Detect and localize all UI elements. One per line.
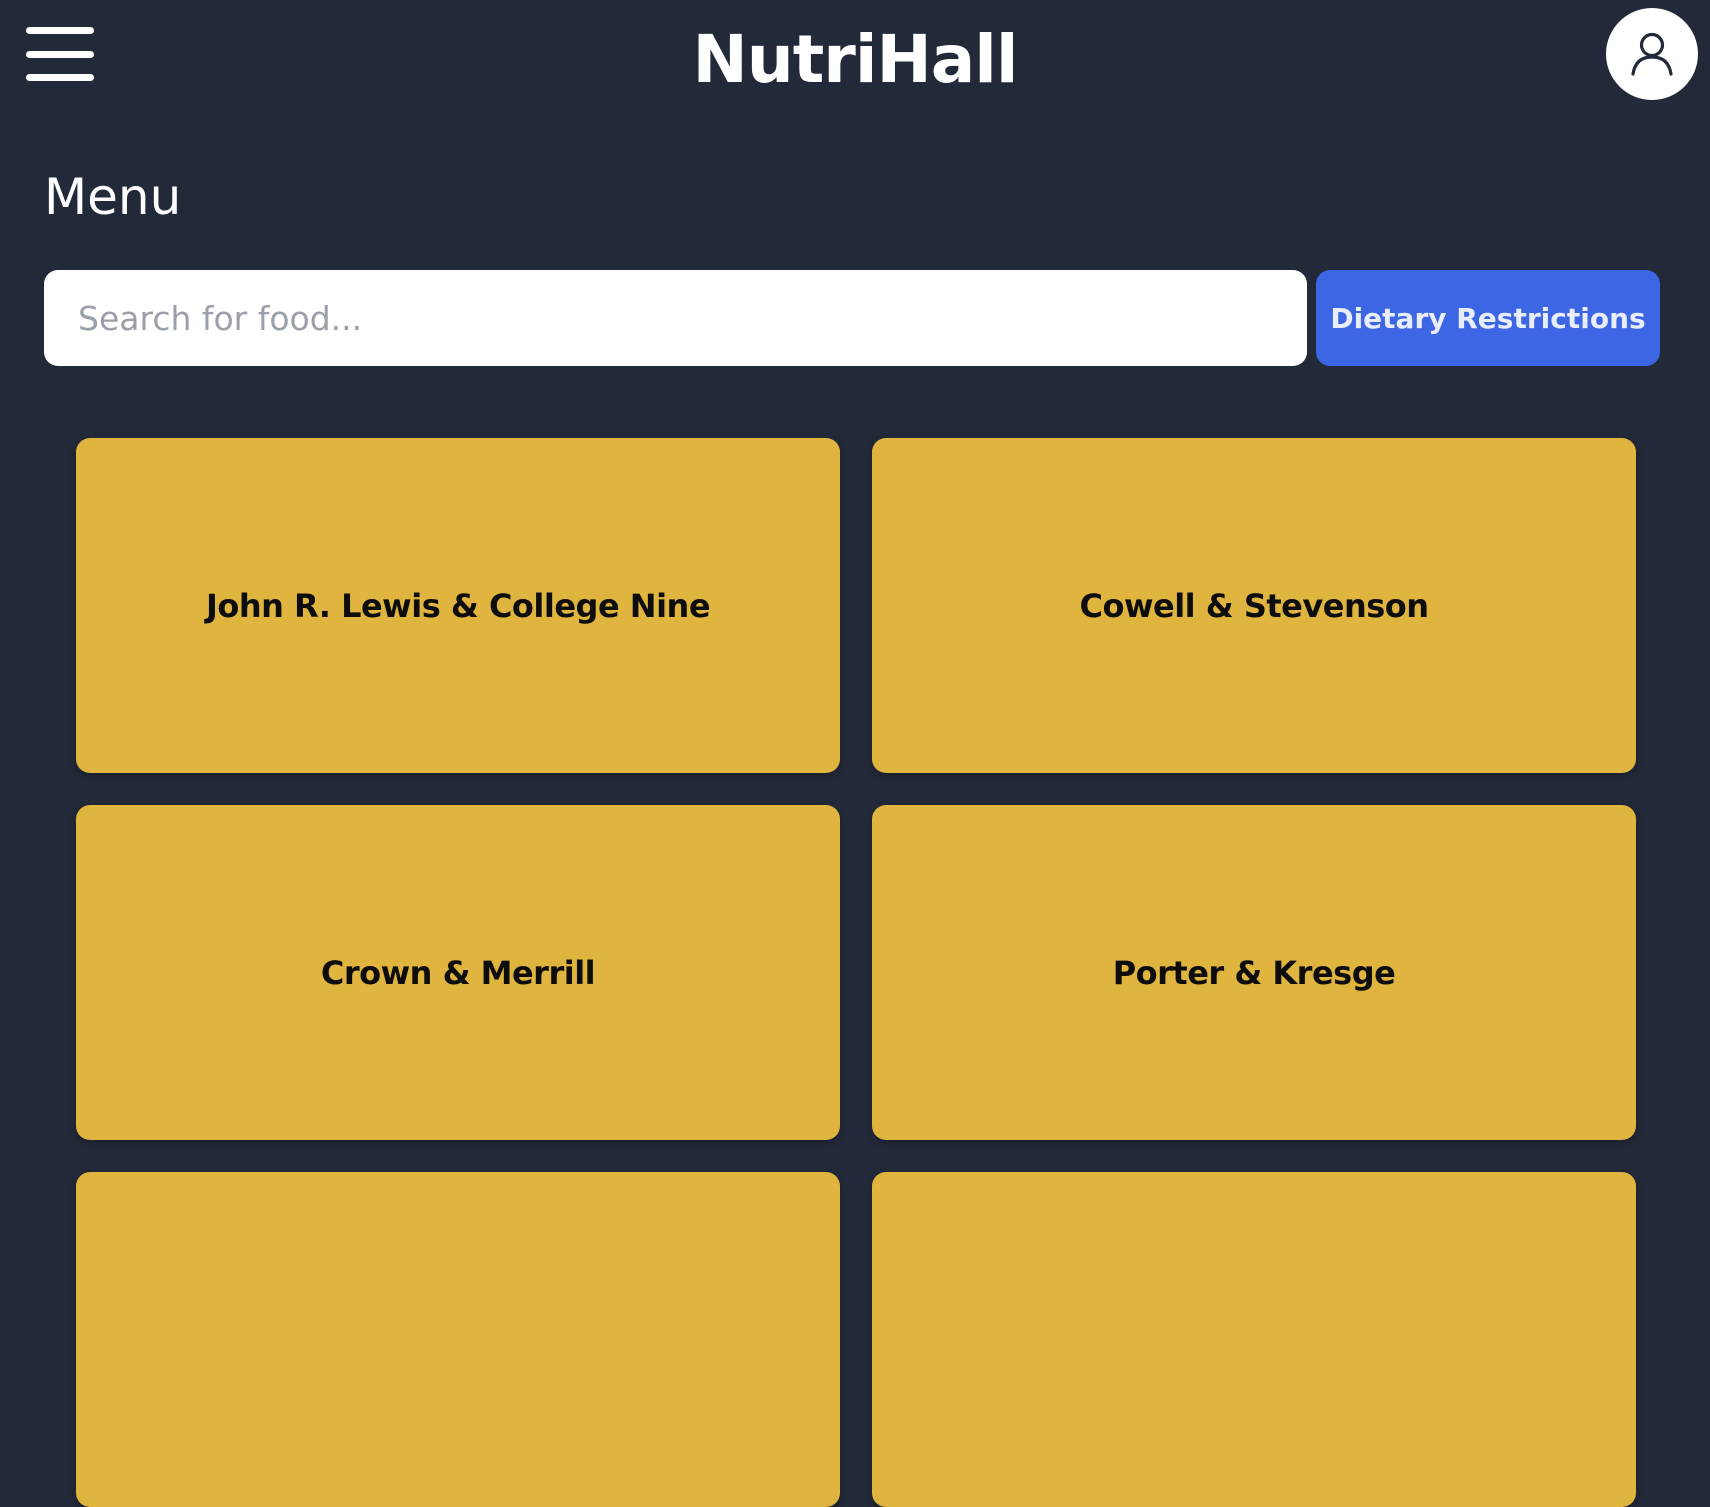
dining-hall-name: Porter & Kresge (1112, 953, 1396, 992)
dietary-restrictions-button[interactable]: Dietary Restrictions (1316, 270, 1660, 366)
dining-hall-card-crown-merrill[interactable]: Crown & Merrill (76, 805, 840, 1140)
app-title: NutriHall (692, 21, 1019, 98)
hamburger-line (26, 51, 94, 58)
dining-hall-card-cowell-stevenson[interactable]: Cowell & Stevenson (872, 438, 1636, 773)
dining-hall-name: Cowell & Stevenson (1079, 586, 1429, 625)
hamburger-line (26, 27, 94, 34)
search-input[interactable] (44, 270, 1307, 366)
page-title: Menu (44, 168, 182, 226)
hamburger-menu-icon[interactable] (26, 27, 94, 81)
dining-hall-card[interactable] (872, 1172, 1636, 1507)
user-icon (1631, 32, 1673, 76)
hamburger-line (26, 74, 94, 81)
top-header: NutriHall (0, 0, 1710, 122)
dining-hall-card-porter-kresge[interactable]: Porter & Kresge (872, 805, 1636, 1140)
dining-hall-card-john-r-lewis-college-nine[interactable]: John R. Lewis & College Nine (76, 438, 840, 773)
dining-hall-name: Crown & Merrill (320, 953, 596, 992)
profile-button[interactable] (1606, 8, 1698, 100)
dining-hall-card[interactable] (76, 1172, 840, 1507)
dining-hall-name: John R. Lewis & College Nine (205, 586, 711, 625)
